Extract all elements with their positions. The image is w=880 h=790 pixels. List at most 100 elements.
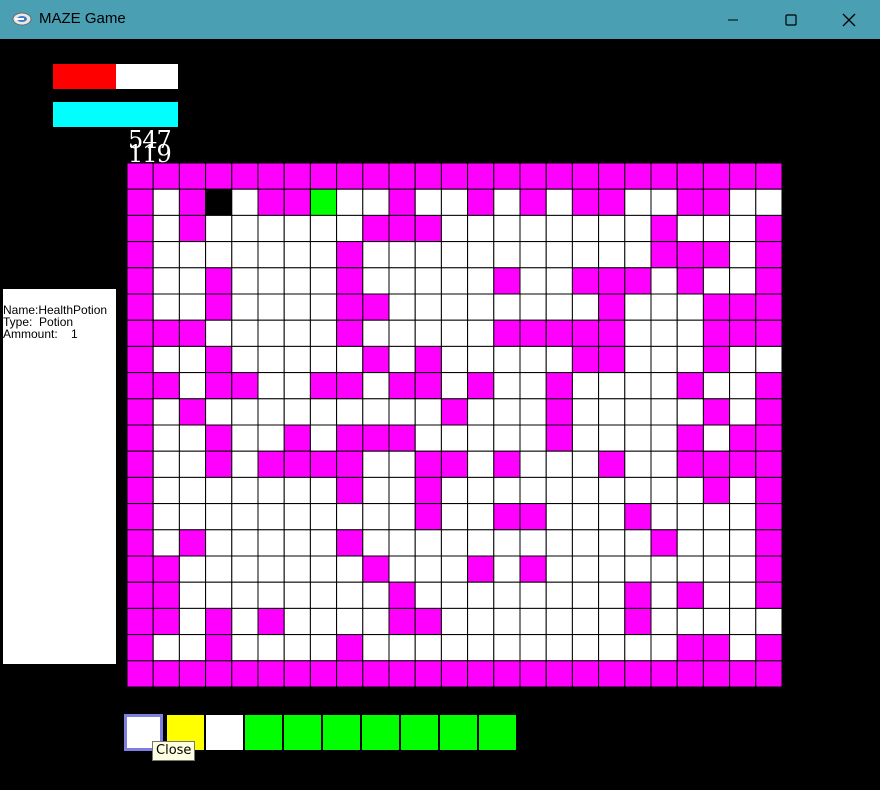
maze-cell-wall: [755, 476, 783, 505]
maze-grid[interactable]: [127, 163, 783, 688]
maze-cell-floor: [650, 555, 678, 583]
maze-cell-floor: [309, 241, 338, 269]
maze-cell-floor: [231, 241, 259, 269]
maze-cell-floor: [702, 607, 731, 636]
inventory-slot[interactable]: [478, 714, 517, 751]
maze-cell-floor: [440, 476, 469, 505]
inventory-slot[interactable]: [244, 714, 283, 751]
maze-cell-floor: [729, 503, 757, 531]
maze-cell-wall: [362, 424, 390, 452]
maze-cell-floor: [493, 476, 521, 505]
maze-cell-floor: [231, 345, 259, 374]
maze-cell-wall: [388, 372, 416, 400]
maze-cell-wall: [519, 555, 547, 583]
maze-cell-wall: [127, 581, 154, 609]
maze-cell-floor: [571, 450, 600, 478]
maze-cell-floor: [650, 293, 678, 321]
maze-cell-floor: [388, 398, 416, 426]
maze-cell-wall: [152, 555, 180, 583]
maze-cell-wall: [178, 660, 207, 688]
maze-cell-floor: [309, 581, 338, 609]
maze-cell-floor: [440, 529, 469, 557]
maze-cell-floor: [283, 267, 311, 295]
maze-cell-wall: [440, 450, 469, 478]
maze-cell-floor: [309, 424, 338, 452]
minimize-button[interactable]: [704, 0, 762, 39]
maze-cell-floor: [283, 529, 311, 557]
maze-cell-wall: [127, 503, 154, 531]
maze-cell-floor: [624, 634, 652, 662]
maze-cell-floor: [152, 424, 180, 452]
maze-cell-wall: [598, 345, 626, 374]
maze-cell-wall: [545, 319, 573, 347]
inventory-slot[interactable]: [205, 714, 244, 751]
maze-cell-floor: [205, 555, 233, 583]
maze-cell-wall: [702, 660, 731, 688]
maze-svg[interactable]: [127, 163, 783, 688]
maze-cell-wall: [336, 319, 364, 347]
maze-cell-floor: [650, 634, 678, 662]
maximize-button[interactable]: [762, 0, 820, 39]
maze-cell-floor: [545, 529, 573, 557]
maze-cell-wall: [336, 241, 364, 269]
title-bar[interactable]: MAZE Game: [0, 0, 880, 39]
maze-cell-wall: [336, 660, 364, 688]
maze-cell-wall: [598, 267, 626, 295]
inventory-slot[interactable]: [439, 714, 478, 751]
maze-cell-wall: [362, 214, 390, 243]
maze-cell-floor: [205, 529, 233, 557]
close-button[interactable]: [820, 0, 878, 39]
maze-cell-floor: [257, 634, 285, 662]
maze-cell-wall: [729, 450, 757, 478]
maze-cell-floor: [650, 503, 678, 531]
maze-cell-floor: [519, 214, 547, 243]
maze-cell-floor: [283, 398, 311, 426]
maze-cell-wall: [676, 660, 704, 688]
inventory-slot[interactable]: [283, 714, 322, 751]
maze-cell-wall: [519, 319, 547, 347]
maze-cell-floor: [362, 188, 390, 216]
maze-cell-wall: [257, 607, 285, 636]
maze-cell-floor: [624, 450, 652, 478]
maze-cell-wall: [467, 660, 495, 688]
maze-cell-wall: [755, 267, 783, 295]
maze-cell-floor: [729, 476, 757, 505]
maze-cell-floor: [414, 581, 442, 609]
maze-cell-floor: [414, 634, 442, 662]
maze-cell-wall: [362, 163, 390, 190]
maze-cell-wall: [152, 660, 180, 688]
maze-cell-wall: [493, 503, 521, 531]
maze-cell-floor: [650, 267, 678, 295]
maze-cell-wall: [755, 163, 783, 190]
maze-cell-wall: [755, 555, 783, 583]
maze-cell-floor: [178, 424, 207, 452]
maze-cell-floor: [467, 503, 495, 531]
close-tooltip: Close: [152, 741, 196, 761]
inventory-slot[interactable]: [322, 714, 361, 751]
maze-cell-wall: [205, 345, 233, 374]
maze-cell-floor: [519, 450, 547, 478]
inventory-slot[interactable]: [400, 714, 439, 751]
maze-cell-floor: [571, 634, 600, 662]
maze-cell-wall: [676, 450, 704, 478]
maze-cell-floor: [729, 555, 757, 583]
maze-cell-wall: [414, 660, 442, 688]
maze-cell-floor: [467, 398, 495, 426]
maze-cell-floor: [624, 188, 652, 216]
maze-cell-floor: [440, 241, 469, 269]
maze-cell-wall: [519, 163, 547, 190]
maze-cell-floor: [388, 503, 416, 531]
maze-cell-floor: [231, 634, 259, 662]
maze-cell-floor: [440, 424, 469, 452]
inventory-slot[interactable]: [361, 714, 400, 751]
maze-cell-wall: [676, 424, 704, 452]
game-canvas[interactable]: 547 119 Name:HealthPotion Type: Potion A…: [0, 39, 880, 790]
maze-cell-floor: [362, 319, 390, 347]
maze-cell-floor: [362, 503, 390, 531]
maze-cell-floor: [309, 634, 338, 662]
maze-cell-floor: [362, 241, 390, 269]
mana-bar-fill: [53, 102, 178, 127]
maze-cell-wall: [178, 398, 207, 426]
maze-cell-wall: [676, 581, 704, 609]
minimize-icon: [728, 19, 738, 20]
